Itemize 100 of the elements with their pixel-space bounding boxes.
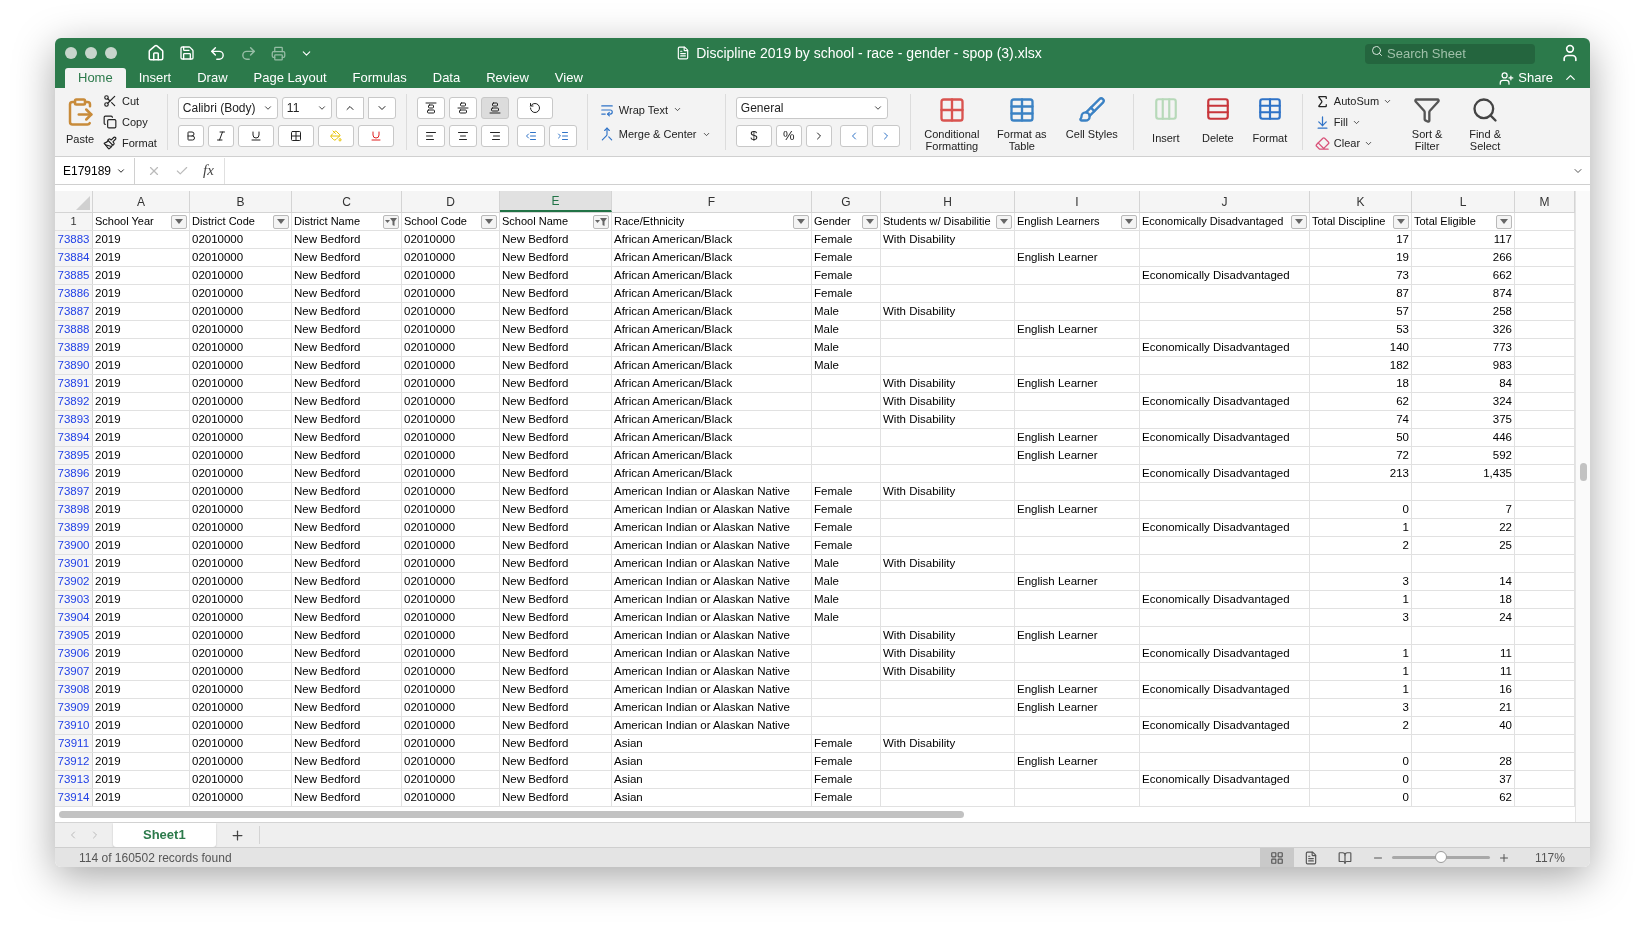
vertical-scrollbar[interactable] (1575, 191, 1590, 822)
bold-button[interactable] (177, 125, 204, 147)
editing-button[interactable]: AutoSum (1314, 92, 1393, 110)
zoom-in-icon[interactable] (1498, 851, 1510, 864)
styles-button[interactable]: Format as Table (990, 96, 1053, 152)
align-top-button[interactable] (416, 97, 445, 119)
row-header[interactable]: 73901 (55, 555, 93, 572)
row-header[interactable]: 73888 (55, 321, 93, 338)
merge-center-button[interactable]: Merge & Center (599, 126, 713, 143)
row-header[interactable]: 73883 (55, 231, 93, 248)
row-header[interactable]: 73914 (55, 789, 93, 806)
row-header[interactable]: 73903 (55, 591, 93, 608)
column-header[interactable]: E (500, 191, 612, 212)
column-header[interactable]: J (1140, 191, 1310, 212)
filter-button[interactable] (793, 214, 809, 229)
ribbon-tab[interactable]: Page Layout (240, 68, 340, 88)
borders-button[interactable] (277, 125, 314, 147)
filter-button[interactable] (383, 214, 399, 229)
number-format-field[interactable]: General (735, 97, 888, 119)
row-header[interactable]: 73885 (55, 267, 93, 284)
percent-button[interactable]: % (775, 125, 802, 147)
share-button[interactable]: Share (1499, 68, 1553, 88)
row-header[interactable]: 73900 (55, 537, 93, 554)
row-header[interactable]: 73893 (55, 411, 93, 428)
account-icon[interactable] (1560, 43, 1580, 63)
fill-color-button[interactable] (317, 125, 354, 147)
filter-button[interactable] (996, 214, 1012, 229)
editing-button[interactable]: Find & Select (1462, 94, 1509, 152)
cells-button[interactable]: Format (1249, 96, 1290, 147)
column-header[interactable]: A (93, 191, 190, 212)
row-header[interactable]: 73905 (55, 627, 93, 644)
column-header[interactable]: L (1412, 191, 1515, 212)
font-size-field[interactable]: 11 (281, 97, 332, 119)
font-color-button[interactable] (357, 125, 394, 147)
ribbon-tab[interactable]: Review (473, 68, 542, 88)
shrink-font-button[interactable] (367, 97, 396, 119)
ribbon-tab[interactable]: View (541, 68, 596, 88)
filter-button[interactable] (593, 214, 609, 229)
styles-button[interactable]: Cell Styles (1060, 96, 1123, 140)
view-button[interactable] (1260, 847, 1294, 867)
row-header[interactable]: 73887 (55, 303, 93, 320)
sheet-tab[interactable]: Sheet1 (113, 823, 216, 847)
filter-button[interactable] (1496, 214, 1512, 229)
editing-button[interactable]: Clear (1314, 134, 1393, 152)
horizontal-scrollbar-thumb[interactable] (59, 811, 964, 818)
filter-button[interactable] (481, 214, 497, 229)
function-button[interactable]: fx (203, 159, 214, 182)
filter-button[interactable] (273, 214, 289, 229)
align-right-button[interactable] (480, 125, 509, 147)
row-header[interactable]: 73896 (55, 465, 93, 482)
row-header[interactable]: 73899 (55, 519, 93, 536)
row-header[interactable]: 73912 (55, 753, 93, 770)
clipboard-action-button[interactable]: Cut (103, 92, 157, 110)
row-header[interactable]: 73909 (55, 699, 93, 716)
row-header[interactable]: 73897 (55, 483, 93, 500)
zoom-slider-thumb[interactable] (1435, 851, 1447, 863)
row-header[interactable]: 73902 (55, 573, 93, 590)
ribbon-tab[interactable]: Home (65, 68, 126, 88)
column-header[interactable]: G (812, 191, 881, 212)
ribbon-tab[interactable]: Data (419, 68, 474, 88)
window-close-button[interactable] (65, 47, 77, 59)
filter-button[interactable] (171, 214, 187, 229)
currency-button[interactable]: $ (735, 125, 772, 147)
add-sheet-icon[interactable] (229, 827, 245, 843)
filter-button[interactable] (1121, 214, 1137, 229)
window-zoom-button[interactable] (105, 47, 117, 59)
row-header[interactable]: 73891 (55, 375, 93, 392)
column-header[interactable]: F (612, 191, 812, 212)
column-header[interactable]: K (1310, 191, 1412, 212)
row-header[interactable]: 73895 (55, 447, 93, 464)
orientation-button[interactable] (516, 97, 553, 119)
increase-indent-button[interactable] (548, 125, 577, 147)
column-header[interactable]: I (1015, 191, 1140, 212)
align-left-button[interactable] (416, 125, 445, 147)
column-header[interactable]: C (292, 191, 402, 212)
filter-button[interactable] (862, 214, 878, 229)
row-header[interactable]: 73910 (55, 717, 93, 734)
row-header[interactable]: 73890 (55, 357, 93, 374)
font-name-field[interactable]: Calibri (Body) (177, 97, 278, 119)
editing-button[interactable]: Sort & Filter (1404, 94, 1451, 152)
row-header[interactable]: 73892 (55, 393, 93, 410)
row-header[interactable]: 73906 (55, 645, 93, 662)
ribbon-tab[interactable]: Insert (125, 68, 185, 88)
styles-button[interactable]: Conditional Formatting (920, 96, 983, 152)
clipboard-action-button[interactable]: Format (103, 134, 157, 152)
row-header[interactable]: 73913 (55, 771, 93, 788)
filter-button[interactable] (1291, 214, 1307, 229)
home-icon[interactable] (147, 44, 165, 62)
ribbon-tab[interactable]: Formulas (339, 68, 420, 88)
row-header[interactable]: 73907 (55, 663, 93, 680)
row-header[interactable]: 1 (55, 213, 93, 230)
editing-button[interactable]: Fill (1314, 113, 1393, 131)
clipboard-action-button[interactable]: Copy (103, 113, 157, 131)
row-header[interactable]: 73894 (55, 429, 93, 446)
window-minimize-button[interactable] (85, 47, 97, 59)
align-bottom-button[interactable] (480, 97, 509, 119)
row-header[interactable]: 73908 (55, 681, 93, 698)
align-center-button[interactable] (448, 125, 477, 147)
align-middle-button[interactable] (448, 97, 477, 119)
row-header[interactable]: 73898 (55, 501, 93, 518)
